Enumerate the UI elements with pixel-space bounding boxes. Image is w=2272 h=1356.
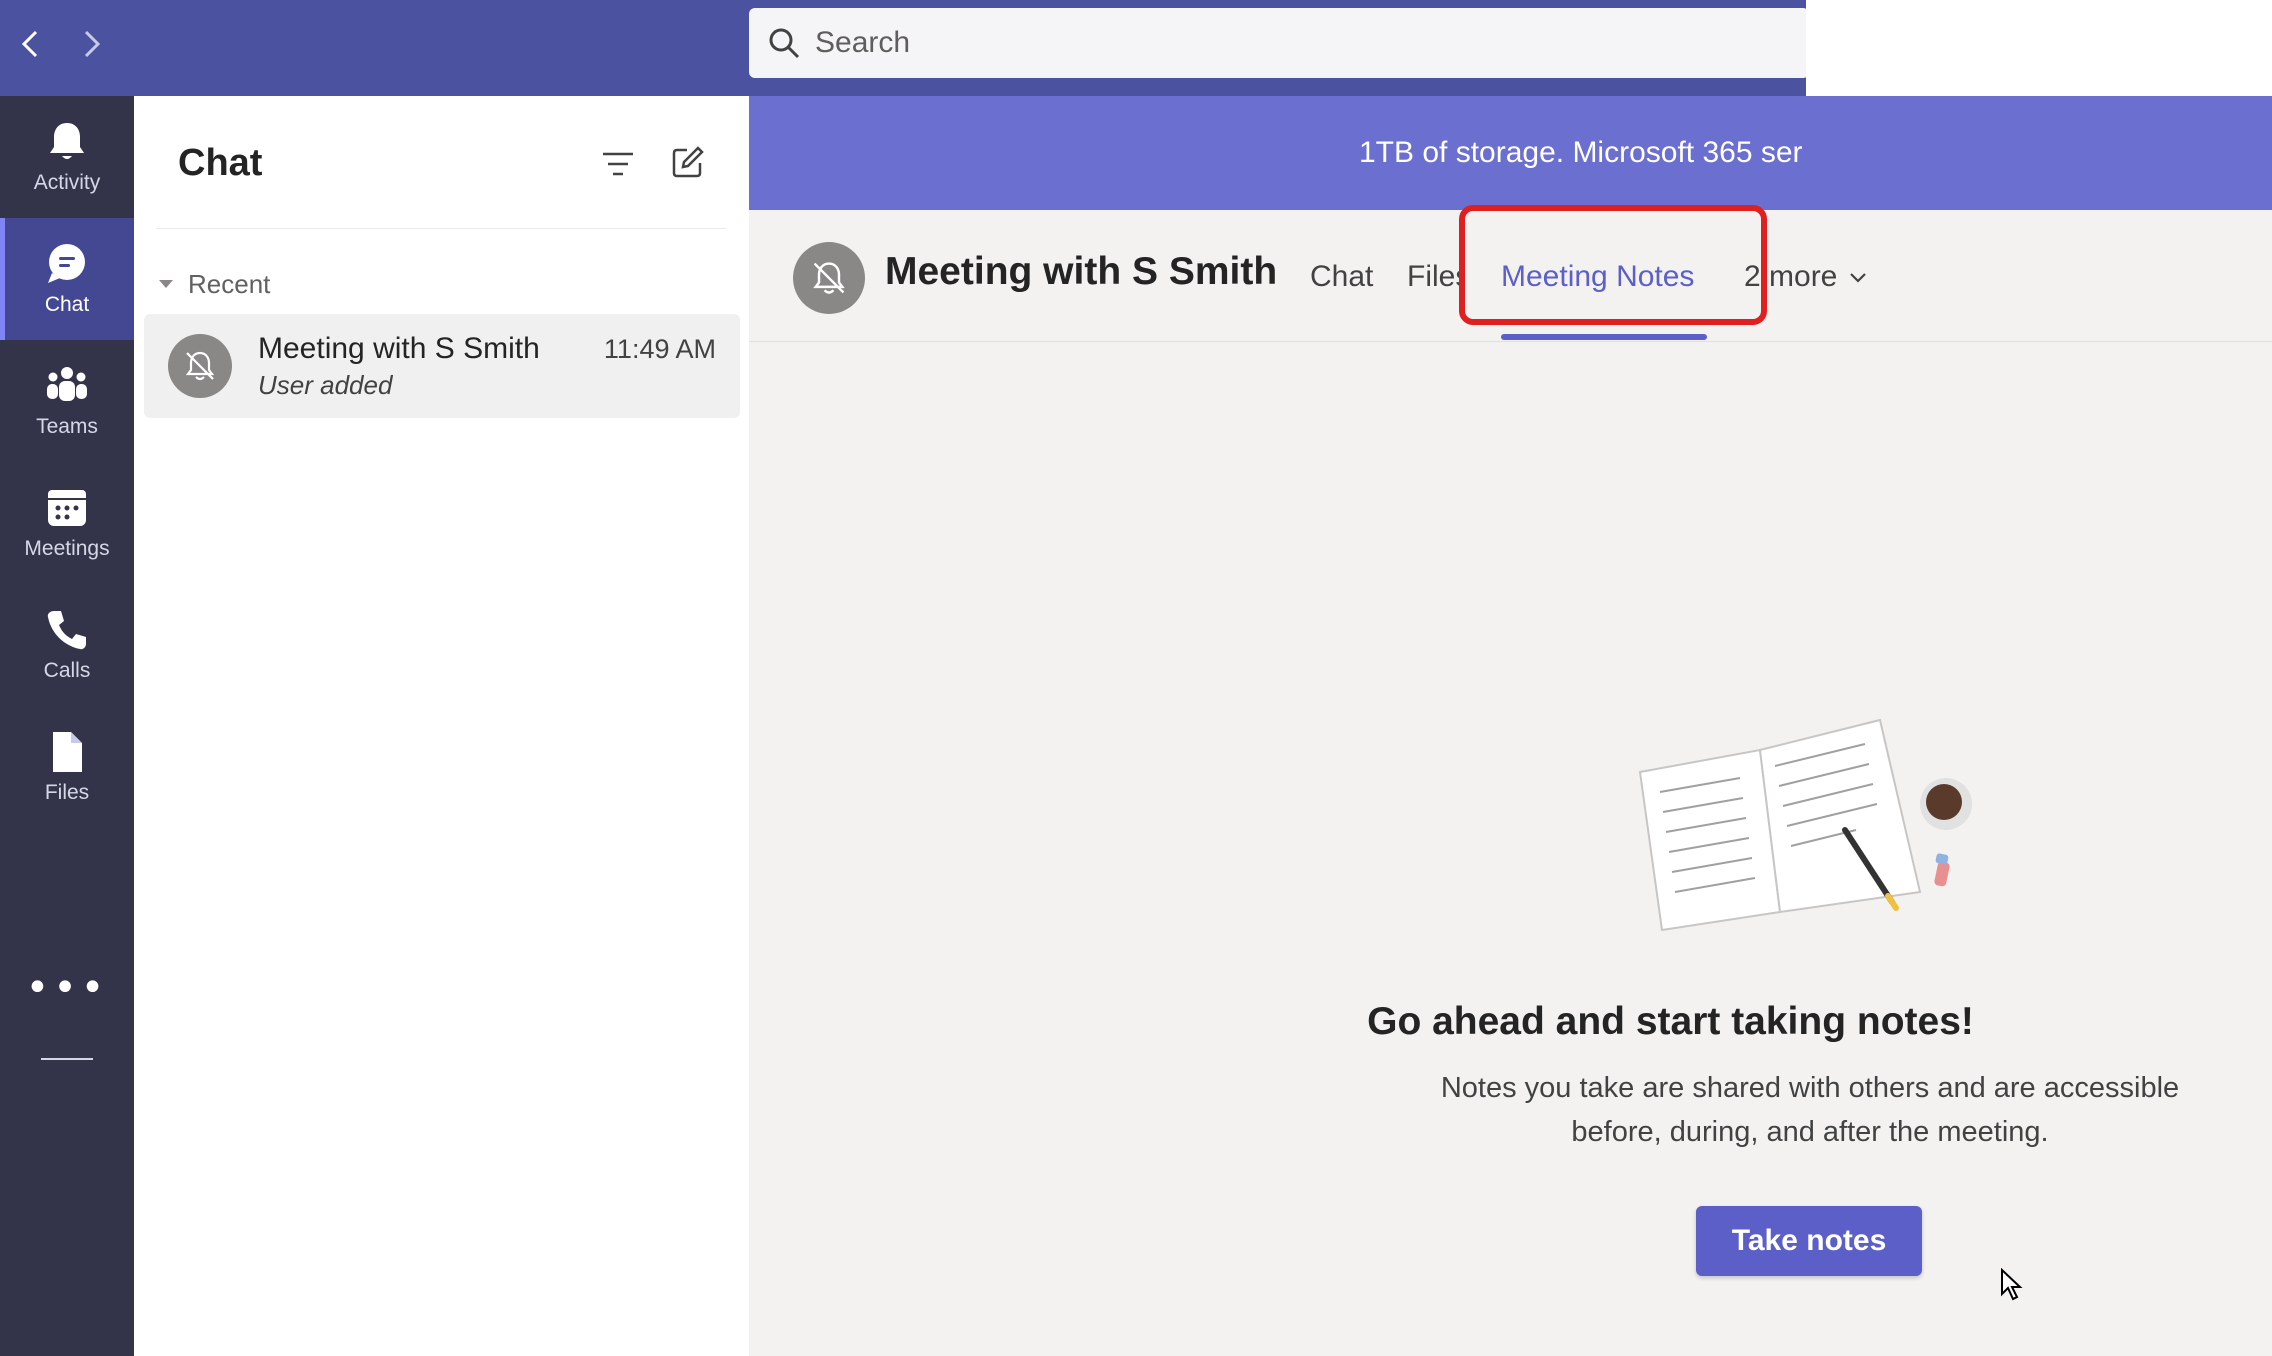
teams-icon: [47, 367, 87, 401]
chevron-down-icon: [1850, 273, 1867, 283]
back-button[interactable]: [8, 22, 52, 66]
chevron-left-icon: [21, 30, 38, 58]
rail-item-chat[interactable]: Chat: [0, 218, 134, 340]
rail-item-meetings[interactable]: Meetings: [0, 462, 134, 584]
avatar: [168, 334, 232, 398]
divider: [156, 228, 726, 229]
file-icon: [53, 732, 82, 772]
tab-chat[interactable]: Chat: [1310, 260, 1373, 294]
chat-item-time: 11:49 AM: [603, 334, 716, 364]
rail-label: Teams: [36, 415, 98, 438]
bell-off-icon: [813, 262, 845, 294]
rail-label: Meetings: [24, 537, 110, 560]
empty-state-line-2: before, during, and after the meeting.: [1571, 1116, 2049, 1148]
teams-window: Search Activity Chat Teams Meetings Call…: [0, 0, 2272, 1356]
recent-label: Recent: [188, 268, 271, 299]
rail-item-calls[interactable]: Calls: [0, 584, 134, 706]
tab-files[interactable]: Files: [1407, 260, 1461, 294]
chat-item-preview: User added: [258, 370, 393, 400]
filter-button[interactable]: [594, 140, 642, 188]
caret-down-icon: [159, 280, 173, 288]
rail-label: Calls: [43, 659, 91, 682]
chat-icon: [48, 244, 85, 283]
chevron-right-icon: [84, 30, 101, 58]
recent-section-header[interactable]: Recent: [156, 264, 270, 304]
meeting-title: Meeting with S Smith: [885, 250, 1278, 293]
rail-item-files[interactable]: Files: [0, 706, 134, 828]
rail-label: Chat: [44, 293, 90, 316]
active-tab-indicator: [1501, 334, 1707, 340]
rail-divider: [41, 1058, 93, 1060]
search-input[interactable]: Search: [815, 26, 910, 60]
take-notes-button[interactable]: Take notes: [1696, 1206, 1922, 1276]
empty-state-description: Notes you take are shared with others an…: [1400, 1066, 2220, 1154]
more-apps-button[interactable]: •••: [0, 958, 134, 1018]
banner-text: 1TB of storage. Microsoft 365 ser: [1359, 136, 1803, 169]
chat-item-name: Meeting with S Smith: [258, 332, 540, 365]
app-rail: Activity Chat Teams Meetings Calls Files…: [0, 96, 134, 1356]
rail-label: Activity: [33, 171, 101, 194]
mouse-cursor-icon: [2001, 1268, 2023, 1301]
promo-banner: 1TB of storage. Microsoft 365 ser: [749, 96, 2272, 210]
chat-list-title: Chat: [178, 142, 263, 184]
chat-list-item[interactable]: Meeting with S Smith User added 11:49 AM: [144, 314, 740, 418]
empty-state-title: Go ahead and start taking notes!: [1367, 1000, 1974, 1043]
notebook-illustration: [1638, 718, 1972, 932]
search-box[interactable]: Search: [749, 8, 1809, 78]
bell-off-icon: [185, 351, 215, 381]
bell-icon: [50, 123, 84, 159]
forward-button[interactable]: [70, 22, 114, 66]
rail-label: Files: [44, 781, 90, 804]
calendar-icon: [48, 490, 86, 526]
highlight-annotation: [1459, 205, 1767, 325]
new-chat-button[interactable]: [664, 138, 712, 186]
meeting-avatar: [793, 242, 865, 314]
rail-item-activity[interactable]: Activity: [0, 96, 134, 218]
compose-icon: [672, 146, 704, 178]
search-icon: [769, 28, 800, 59]
rail-item-teams[interactable]: Teams: [0, 340, 134, 462]
phone-icon: [47, 611, 86, 650]
filter-icon: [603, 152, 633, 176]
empty-state-line-1: Notes you take are shared with others an…: [1440, 1072, 2180, 1104]
chat-list-panel: Chat Recent Meeting with S Smith User ad…: [134, 96, 749, 1356]
